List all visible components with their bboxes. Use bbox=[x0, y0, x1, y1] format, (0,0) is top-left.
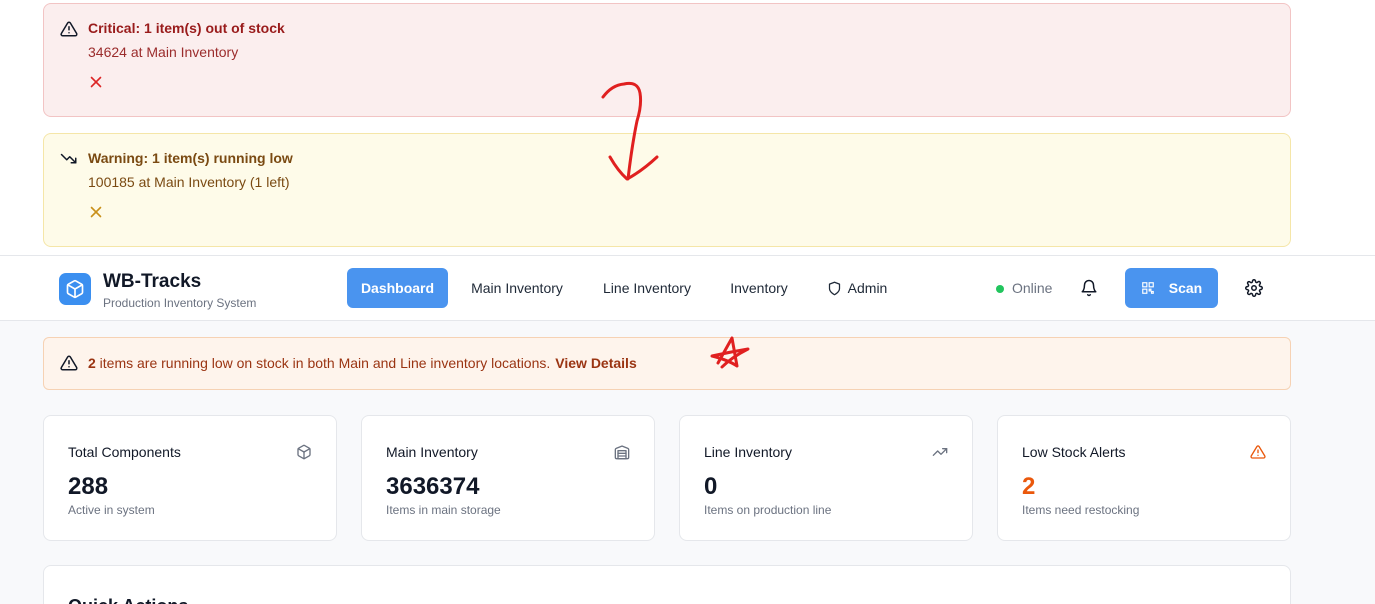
low-stock-count: 2 bbox=[88, 355, 96, 371]
critical-alert: Critical: 1 item(s) out of stock 34624 a… bbox=[43, 3, 1291, 117]
critical-alert-title: Critical: 1 item(s) out of stock bbox=[88, 20, 285, 36]
warning-alert-message: 100185 at Main Inventory (1 left) bbox=[88, 174, 290, 190]
warehouse-icon bbox=[614, 445, 630, 460]
warning-icon bbox=[1250, 445, 1266, 459]
nav-admin[interactable]: Admin bbox=[818, 268, 896, 308]
nav-line-inventory[interactable]: Line Inventory bbox=[594, 268, 700, 308]
shield-icon bbox=[828, 281, 840, 295]
card-subtitle: Items on production line bbox=[704, 503, 832, 517]
card-title: Low Stock Alerts bbox=[1022, 444, 1126, 460]
nav-admin-label: Admin bbox=[847, 280, 888, 296]
trending-down-icon bbox=[60, 153, 77, 164]
card-subtitle: Items in main storage bbox=[386, 503, 501, 517]
low-stock-alerts-card: Low Stock Alerts 2 Items need restocking bbox=[997, 415, 1291, 541]
card-subtitle: Items need restocking bbox=[1022, 503, 1140, 517]
scan-button[interactable]: Scan bbox=[1125, 268, 1218, 308]
nav-main-inventory[interactable]: Main Inventory bbox=[462, 268, 572, 308]
warning-alert-title: Warning: 1 item(s) running low bbox=[88, 150, 293, 166]
page: Critical: 1 item(s) out of stock 34624 a… bbox=[0, 0, 1375, 604]
nav-inventory[interactable]: Inventory bbox=[722, 268, 796, 308]
dashboard-content: 2 items are running low on stock in both… bbox=[0, 321, 1375, 604]
gear-icon[interactable] bbox=[1245, 279, 1263, 297]
quick-actions-title: Quick Actions bbox=[68, 596, 188, 604]
app-logo[interactable] bbox=[59, 273, 91, 305]
scan-button-label: Scan bbox=[1168, 280, 1203, 296]
card-title: Main Inventory bbox=[386, 444, 478, 460]
card-value: 2 bbox=[1022, 473, 1036, 500]
box-icon bbox=[297, 444, 311, 460]
top-navbar: WB-Tracks Production Inventory System Da… bbox=[0, 255, 1375, 321]
quick-actions-panel: Quick Actions bbox=[43, 565, 1291, 604]
card-value: 0 bbox=[704, 473, 718, 500]
card-subtitle: Active in system bbox=[68, 503, 155, 517]
low-stock-message: 2 items are running low on stock in both… bbox=[88, 355, 637, 371]
qr-code-icon bbox=[1141, 282, 1154, 294]
card-value: 3636374 bbox=[386, 473, 480, 500]
total-components-card: Total Components 288 Active in system bbox=[43, 415, 337, 541]
close-icon[interactable] bbox=[88, 74, 104, 90]
card-title: Total Components bbox=[68, 444, 181, 460]
warning-triangle-icon bbox=[60, 355, 78, 371]
view-details-link[interactable]: View Details bbox=[555, 355, 636, 371]
online-status-dot bbox=[996, 285, 1004, 293]
bell-icon[interactable] bbox=[1080, 279, 1098, 297]
app-title: WB-Tracks bbox=[103, 271, 202, 292]
card-value: 288 bbox=[68, 473, 109, 500]
line-inventory-card: Line Inventory 0 Items on production lin… bbox=[679, 415, 973, 541]
warning-triangle-icon bbox=[60, 21, 78, 37]
low-stock-banner: 2 items are running low on stock in both… bbox=[43, 337, 1291, 390]
warning-alert: Warning: 1 item(s) running low 100185 at… bbox=[43, 133, 1291, 247]
app-subtitle: Production Inventory System bbox=[103, 296, 257, 310]
close-icon[interactable] bbox=[88, 204, 104, 220]
trending-up-icon bbox=[932, 448, 948, 456]
online-status-label: Online bbox=[1012, 280, 1053, 296]
nav-dashboard[interactable]: Dashboard bbox=[347, 268, 448, 308]
main-inventory-card: Main Inventory 3636374 Items in main sto… bbox=[361, 415, 655, 541]
critical-alert-message: 34624 at Main Inventory bbox=[88, 44, 239, 60]
low-stock-text: items are running low on stock in both M… bbox=[95, 355, 551, 371]
box-icon bbox=[66, 279, 84, 299]
card-title: Line Inventory bbox=[704, 444, 792, 460]
